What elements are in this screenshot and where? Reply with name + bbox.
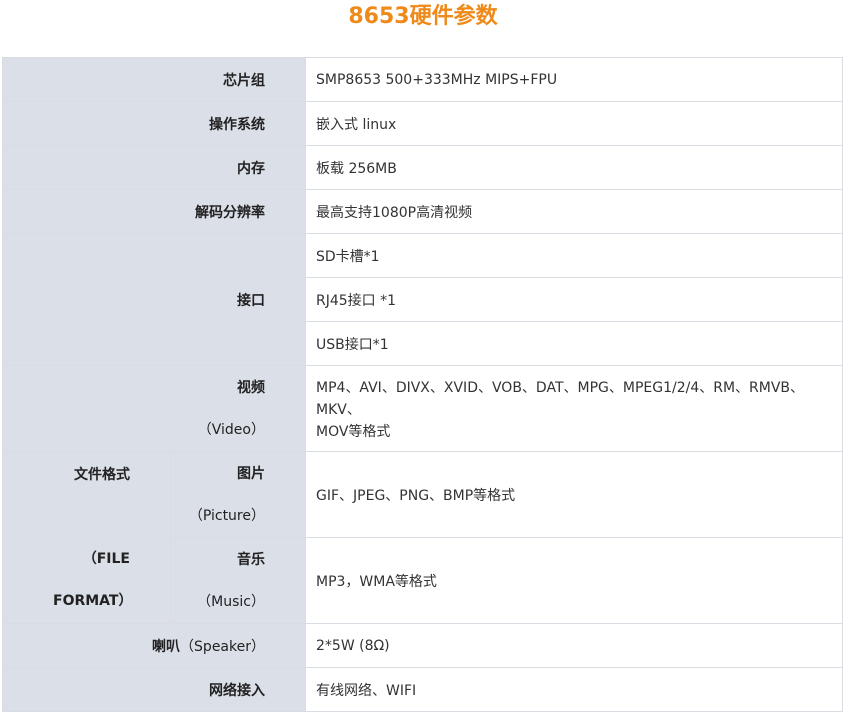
picture-label: 图片 [237, 465, 265, 482]
file-format-label-en1: （FILE [82, 550, 130, 567]
row-label-memory: 内存 [2, 145, 306, 190]
file-format-label-en2: FORMAT） [53, 592, 133, 609]
table-row: 文件格式 （FILE FORMAT） 图片 （Picture） GIF、JPEG… [2, 451, 843, 624]
row-label-video: 视频 （Video） [2, 365, 306, 452]
row-label-interface: 接口 [2, 233, 306, 366]
row-value-interface-rj45: RJ45接口 *1 [305, 277, 843, 322]
row-value-music: MP3，WMA等格式 [305, 537, 843, 624]
row-label-network: 网络接入 [2, 667, 306, 712]
table-row: 接口 SD卡槽*1 [2, 233, 843, 366]
table-row: 内存 板载 256MB [2, 145, 843, 190]
row-value-picture: GIF、JPEG、PNG、BMP等格式 [305, 451, 843, 538]
table-row: 解码分辨率 最高支持1080P高清视频 [2, 189, 843, 234]
music-sublabel: （Music） [197, 593, 265, 610]
table-row: 视频 （Video） MP4、AVI、DIVX、XVID、VOB、DAT、MPG… [2, 365, 843, 452]
speaker-label-en: （Speaker） [180, 638, 265, 655]
row-value-memory: 板载 256MB [305, 145, 843, 190]
row-value-resolution: 最高支持1080P高清视频 [305, 189, 843, 234]
table-row: 芯片组 SMP8653 500+333MHz MIPS+FPU [2, 57, 843, 102]
video-label: 视频 [237, 379, 265, 396]
row-label-picture: 图片 （Picture） [170, 451, 306, 538]
table-row: 操作系统 嵌入式 linux [2, 101, 843, 146]
row-value-os: 嵌入式 linux [305, 101, 843, 146]
picture-sublabel: （Picture） [188, 507, 265, 524]
row-value-interface-sd: SD卡槽*1 [305, 233, 843, 278]
video-sublabel: （Video） [197, 421, 265, 438]
video-formats-line3: MOV等格式 [316, 423, 391, 440]
row-value-speaker: 2*5W (8Ω) [305, 623, 843, 668]
video-formats-line2: MKV、 [316, 401, 361, 418]
file-format-label-cn: 文件格式 [74, 466, 130, 483]
speaker-label-cn: 喇叭 [152, 638, 181, 655]
table-row: 网络接入 有线网络、WIFI [2, 667, 843, 712]
row-value-interface-usb: USB接口*1 [305, 321, 843, 366]
row-label-chipset: 芯片组 [2, 57, 306, 102]
row-label-music: 音乐 （Music） [170, 537, 306, 624]
page-title: 8653硬件参数 [348, 4, 498, 29]
row-value-chipset: SMP8653 500+333MHz MIPS+FPU [305, 57, 843, 102]
spec-table: 芯片组 SMP8653 500+333MHz MIPS+FPU 操作系统 嵌入式… [2, 57, 843, 712]
video-formats-line1: MP4、AVI、DIVX、XVID、VOB、DAT、MPG、MPEG1/2/4、… [316, 379, 805, 396]
row-label-resolution: 解码分辨率 [2, 189, 306, 234]
row-label-speaker: 喇叭（Speaker） [2, 623, 306, 668]
row-value-network: 有线网络、WIFI [305, 667, 843, 712]
row-label-os: 操作系统 [2, 101, 306, 146]
music-label: 音乐 [237, 551, 265, 568]
row-value-video: MP4、AVI、DIVX、XVID、VOB、DAT、MPG、MPEG1/2/4、… [305, 365, 843, 452]
row-label-file-format: 文件格式 （FILE FORMAT） [2, 451, 171, 624]
table-row: 喇叭（Speaker） 2*5W (8Ω) [2, 623, 843, 668]
